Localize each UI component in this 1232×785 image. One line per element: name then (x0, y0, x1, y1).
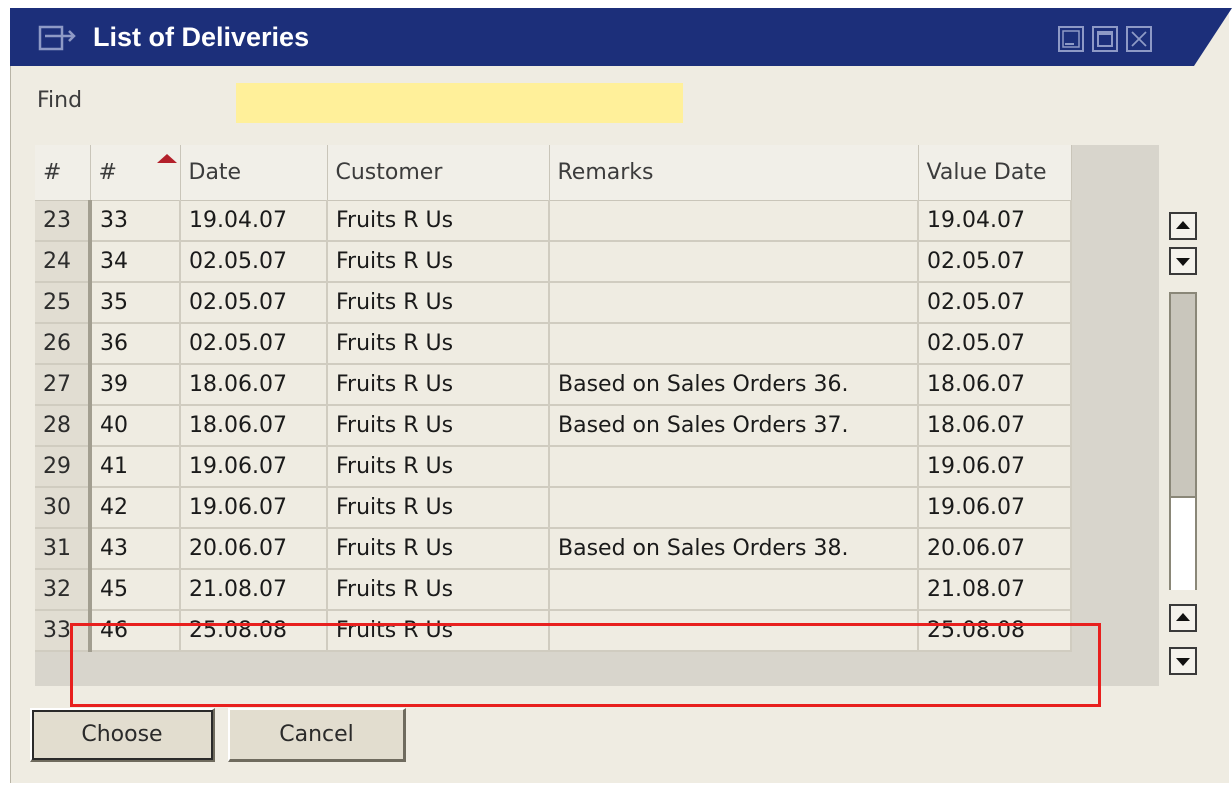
value-date-cell[interactable]: 21.08.07 (918, 569, 1072, 611)
page-up-button[interactable] (1169, 604, 1197, 632)
value-date-cell[interactable]: 19.06.07 (918, 446, 1072, 488)
find-label: Find (37, 88, 83, 113)
doc-number-cell[interactable]: 36 (90, 323, 181, 365)
doc-number-cell[interactable]: 43 (90, 528, 181, 570)
header-date[interactable]: Date (180, 145, 328, 201)
value-date-cell[interactable]: 02.05.07 (918, 323, 1072, 365)
deliveries-table: # # Date Customer Remarks Value Date 23 … (35, 145, 1072, 652)
arrow-down-icon (1176, 658, 1190, 666)
vertical-scrollbar[interactable] (1169, 292, 1197, 590)
table-row[interactable]: 30 42 19.06.07 Fruits R Us 19.06.07 (35, 487, 1072, 529)
value-date-cell[interactable]: 02.05.07 (918, 282, 1072, 324)
arrow-up-icon (1176, 613, 1190, 621)
customer-cell[interactable]: Fruits R Us (327, 200, 550, 242)
remarks-cell[interactable] (549, 446, 919, 488)
doc-number-cell[interactable]: 39 (90, 364, 181, 406)
date-cell[interactable]: 18.06.07 (180, 405, 328, 447)
header-customer[interactable]: Customer (327, 145, 550, 201)
title-bar[interactable]: List of Deliveries (10, 8, 1232, 66)
date-cell[interactable]: 20.06.07 (180, 528, 328, 570)
page-down-button[interactable] (1169, 647, 1197, 675)
table-row[interactable]: 23 33 19.04.07 Fruits R Us 19.04.07 (35, 200, 1072, 242)
row-number-cell[interactable]: 23 (35, 200, 92, 242)
value-date-cell[interactable]: 02.05.07 (918, 241, 1072, 283)
row-number-cell[interactable]: 29 (35, 446, 92, 488)
row-number-cell[interactable]: 32 (35, 569, 92, 611)
table-row[interactable]: 32 45 21.08.07 Fruits R Us 21.08.07 (35, 569, 1072, 611)
customer-cell[interactable]: Fruits R Us (327, 323, 550, 365)
sort-arrow-icon[interactable] (157, 149, 177, 168)
customer-cell[interactable]: Fruits R Us (327, 282, 550, 324)
date-cell[interactable]: 02.05.07 (180, 241, 328, 283)
row-number-cell[interactable]: 25 (35, 282, 92, 324)
row-number-cell[interactable]: 27 (35, 364, 92, 406)
value-date-cell[interactable]: 18.06.07 (918, 405, 1072, 447)
close-icon[interactable] (1126, 26, 1152, 52)
customer-cell[interactable]: Fruits R Us (327, 569, 550, 611)
remarks-cell[interactable] (549, 282, 919, 324)
table-row[interactable]: 29 41 19.06.07 Fruits R Us 19.06.07 (35, 446, 1072, 488)
remarks-cell[interactable] (549, 487, 919, 529)
date-cell[interactable]: 19.06.07 (180, 446, 328, 488)
doc-number-cell[interactable]: 42 (90, 487, 181, 529)
table-row[interactable]: 26 36 02.05.07 Fruits R Us 02.05.07 (35, 323, 1072, 365)
row-number-cell[interactable]: 30 (35, 487, 92, 529)
value-date-cell[interactable]: 20.06.07 (918, 528, 1072, 570)
value-date-cell[interactable]: 19.06.07 (918, 487, 1072, 529)
form-icon (38, 25, 78, 53)
remarks-cell[interactable]: Based on Sales Orders 36. (549, 364, 919, 406)
find-input[interactable] (236, 83, 683, 123)
remarks-cell[interactable] (549, 323, 919, 365)
date-cell[interactable]: 02.05.07 (180, 282, 328, 324)
doc-number-cell[interactable]: 33 (90, 200, 181, 242)
value-date-cell[interactable]: 19.04.07 (918, 200, 1072, 242)
customer-cell[interactable]: Fruits R Us (327, 241, 550, 283)
maximize-icon[interactable] (1092, 26, 1118, 52)
remarks-cell[interactable] (549, 241, 919, 283)
scroll-down-button[interactable] (1169, 247, 1197, 275)
table-row[interactable]: 25 35 02.05.07 Fruits R Us 02.05.07 (35, 282, 1072, 324)
doc-number-cell[interactable]: 45 (90, 569, 181, 611)
scroll-up-button[interactable] (1169, 212, 1197, 240)
doc-number-cell[interactable]: 34 (90, 241, 181, 283)
row-number-cell[interactable]: 24 (35, 241, 92, 283)
customer-cell[interactable]: Fruits R Us (327, 405, 550, 447)
date-cell[interactable]: 18.06.07 (180, 364, 328, 406)
table-row[interactable]: 27 39 18.06.07 Fruits R Us Based on Sale… (35, 364, 1072, 406)
scrollbar-thumb[interactable] (1171, 496, 1195, 590)
table-header-row: # # Date Customer Remarks Value Date (35, 145, 1072, 201)
remarks-cell[interactable]: Based on Sales Orders 37. (549, 405, 919, 447)
row-number-cell[interactable]: 31 (35, 528, 92, 570)
table-row[interactable]: 31 43 20.06.07 Fruits R Us Based on Sale… (35, 528, 1072, 570)
header-value-date[interactable]: Value Date (918, 145, 1072, 201)
customer-cell[interactable]: Fruits R Us (327, 446, 550, 488)
date-cell[interactable]: 02.05.07 (180, 323, 328, 365)
date-cell[interactable]: 19.06.07 (180, 487, 328, 529)
doc-number-cell[interactable]: 35 (90, 282, 181, 324)
remarks-cell[interactable] (549, 569, 919, 611)
remarks-cell[interactable]: Based on Sales Orders 38. (549, 528, 919, 570)
date-cell[interactable]: 19.04.07 (180, 200, 328, 242)
cancel-button[interactable]: Cancel (228, 708, 406, 762)
header-remarks[interactable]: Remarks (549, 145, 919, 201)
value-date-cell[interactable]: 18.06.07 (918, 364, 1072, 406)
row-number-cell[interactable]: 26 (35, 323, 92, 365)
table-row[interactable]: 24 34 02.05.07 Fruits R Us 02.05.07 (35, 241, 1072, 283)
arrow-down-icon (1176, 258, 1190, 266)
row-number-cell[interactable]: 28 (35, 405, 92, 447)
header-row-number[interactable]: # (35, 145, 91, 201)
window-title: List of Deliveries (93, 22, 310, 52)
customer-cell[interactable]: Fruits R Us (327, 487, 550, 529)
highlight-annotation-box (70, 623, 1101, 707)
doc-number-cell[interactable]: 41 (90, 446, 181, 488)
minimize-icon[interactable] (1058, 26, 1084, 52)
customer-cell[interactable]: Fruits R Us (327, 364, 550, 406)
arrow-up-icon (1176, 221, 1190, 229)
choose-button[interactable]: Choose (30, 708, 215, 762)
table-row[interactable]: 28 40 18.06.07 Fruits R Us Based on Sale… (35, 405, 1072, 447)
customer-cell[interactable]: Fruits R Us (327, 528, 550, 570)
doc-number-cell[interactable]: 40 (90, 405, 181, 447)
date-cell[interactable]: 21.08.07 (180, 569, 328, 611)
remarks-cell[interactable] (549, 200, 919, 242)
